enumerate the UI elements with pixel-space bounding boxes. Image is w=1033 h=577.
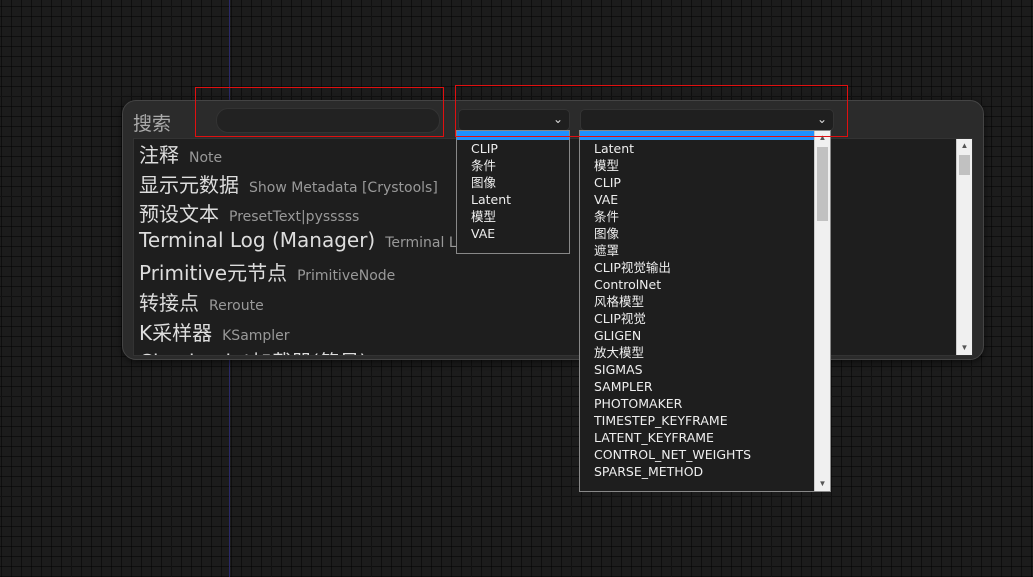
dropdown-option[interactable]: Latent (457, 191, 569, 208)
result-name: 转接点 (139, 290, 199, 315)
result-id: Reroute (209, 297, 264, 314)
dropdown-option[interactable]: 图像 (580, 225, 814, 242)
dropdown-option[interactable]: CLIP (457, 140, 569, 157)
dropdown-scrollbar[interactable]: ▲ ▼ (814, 131, 830, 491)
dropdown-option[interactable]: LATENT_KEYFRAME (580, 429, 814, 446)
dropdown-option[interactable] (457, 131, 569, 140)
dropdown-option[interactable]: CONTROL_NET_WEIGHTS (580, 446, 814, 463)
dropdown-option[interactable]: CLIP视觉 (580, 310, 814, 327)
dropdown-option[interactable]: 风格模型 (580, 293, 814, 310)
results-scrollbar[interactable]: ▲ ▼ (956, 139, 972, 355)
input-type-dropdown[interactable]: CLIP 条件 图像 Latent 模型 VAE (456, 130, 570, 254)
dropdown-option[interactable]: 遮罩 (580, 242, 814, 259)
chevron-down-icon: ⌄ (552, 112, 563, 126)
dropdown-option[interactable]: 模型 (457, 208, 569, 225)
result-item[interactable]: K采样器 KSampler (134, 317, 972, 347)
dropdown-option[interactable]: PHOTOMAKER (580, 395, 814, 412)
dropdown-option[interactable]: GLIGEN (580, 327, 814, 344)
dropdown-option[interactable]: Latent (580, 140, 814, 157)
scrollbar-thumb[interactable] (959, 155, 970, 175)
dropdown-option[interactable]: 图像 (457, 174, 569, 191)
result-item[interactable]: Checkpoint加载器(简易)CheckpointLoaderSimple (134, 346, 972, 355)
dropdown-option[interactable]: SPARSE_METHOD (580, 463, 814, 480)
input-type-select[interactable]: ⌄ (458, 109, 570, 131)
result-name: 预设文本 (139, 202, 219, 227)
scroll-up-arrow-icon[interactable]: ▲ (957, 139, 972, 153)
scrollbar-thumb[interactable] (817, 147, 828, 221)
output-type-dropdown[interactable]: Latent 模型 CLIP VAE 条件 图像 遮罩 CLIP视觉输出 ControlNet 风… (579, 130, 831, 492)
result-item[interactable]: Primitive元节点 PrimitiveNode (134, 257, 972, 287)
scroll-down-arrow-icon[interactable]: ▼ (957, 341, 972, 355)
dropdown-option[interactable]: CLIP (580, 174, 814, 191)
search-label: 搜索 (133, 113, 172, 135)
scroll-down-arrow-icon[interactable]: ▼ (815, 477, 830, 491)
dropdown-option[interactable]: ControlNet (580, 276, 814, 293)
dropdown-option[interactable]: 条件 (457, 157, 569, 174)
dropdown-option[interactable]: CLIP视觉输出 (580, 259, 814, 276)
dropdown-option[interactable]: 模型 (580, 157, 814, 174)
result-name: K采样器 (139, 320, 213, 345)
result-id: PresetText|pysssss (229, 209, 360, 226)
result-name: Terminal Log (Manager) (139, 227, 376, 252)
dropdown-option[interactable] (580, 131, 814, 140)
search-input[interactable] (216, 108, 440, 133)
dropdown-option[interactable]: SIGMAS (580, 361, 814, 378)
scroll-up-arrow-icon[interactable]: ▲ (815, 131, 830, 145)
result-name: Checkpoint加载器(简易) (139, 346, 367, 355)
dropdown-option[interactable]: VAE (457, 225, 569, 242)
dropdown-option[interactable]: TIMESTEP_KEYFRAME (580, 412, 814, 429)
result-name: 注释 (139, 143, 179, 167)
dropdown-option[interactable]: 放大模型 (580, 344, 814, 361)
dropdown-option[interactable]: VAE (580, 191, 814, 208)
result-item[interactable]: 转接点 Reroute (134, 287, 972, 317)
output-type-select[interactable]: ⌄ (580, 109, 834, 131)
result-id: Note (189, 150, 223, 166)
chevron-down-icon: ⌄ (816, 112, 827, 126)
result-id: PrimitiveNode (297, 268, 396, 285)
result-name: 显示元数据 (139, 172, 239, 197)
result-id: Show Metadata [Crystools] (249, 179, 438, 196)
result-name: Primitive元节点 (139, 261, 288, 286)
result-id: KSampler (222, 327, 290, 344)
dropdown-option[interactable]: SAMPLER (580, 378, 814, 395)
dropdown-option[interactable]: 条件 (580, 208, 814, 225)
